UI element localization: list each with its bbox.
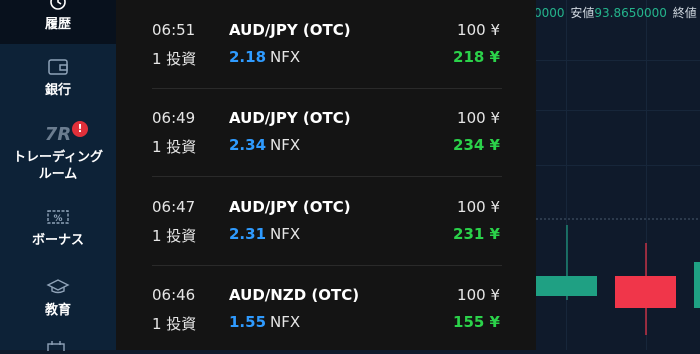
trade-time: 06:46 (152, 286, 196, 304)
sidebar-item-bonus[interactable]: % ボーナス (0, 208, 116, 252)
candle-up (694, 262, 700, 308)
price-chart[interactable]: 0000 安値93.8650000 終値 (536, 0, 700, 350)
trade-time: 06:49 (152, 109, 196, 127)
trade-pair: AUD/JPY (OTC) (229, 21, 351, 39)
trade-amount: 100 ¥ (457, 198, 500, 216)
trade-suffix: NFX (270, 48, 301, 66)
sidebar-item-label: 履歴 (44, 17, 71, 32)
coupon-icon: % (47, 210, 69, 224)
trade-suffix: NFX (270, 313, 301, 331)
trade-investments: 1 投資 (152, 50, 197, 68)
notification-badge: ! (72, 121, 88, 137)
sidebar-item-trading-room[interactable]: 7R ! トレーディング ルーム (0, 121, 116, 184)
trade-payout: 218 ¥ (453, 48, 500, 66)
trade-amount: 100 ¥ (457, 21, 500, 39)
sidebar-item-label-line1: トレーディング (12, 150, 104, 165)
trade-suffix: NFX (270, 225, 301, 243)
trade-payout: 234 ¥ (453, 136, 500, 154)
graduation-cap-icon (46, 279, 70, 294)
trade-suffix: NFX (270, 136, 301, 154)
trade-payout: 155 ¥ (453, 313, 500, 331)
sidebar-item-education[interactable]: 教育 (0, 278, 116, 322)
candle-down (615, 276, 676, 308)
svg-text:%: % (53, 214, 62, 224)
wallet-icon (48, 59, 68, 75)
trade-row[interactable]: 06:46 AUD/NZD (OTC) 100 ¥ 1 投資 1.55 NFX … (116, 266, 536, 354)
sidebar-item-history[interactable]: 履歴 (0, 0, 116, 44)
trade-amount: 100 ¥ (457, 109, 500, 127)
trade-investments: 1 投資 (152, 315, 197, 333)
sidebar-item-label: ボーナス (31, 233, 84, 248)
trade-multiplier: 1.55 (229, 313, 267, 331)
trade-multiplier: 2.34 (229, 136, 267, 154)
trade-row[interactable]: 06:51 AUD/JPY (OTC) 100 ¥ 1 投資 2.18 NFX … (116, 0, 536, 89)
history-icon (50, 0, 66, 10)
sidebar-item-label: 教育 (44, 303, 71, 318)
trade-investments: 1 投資 (152, 227, 197, 245)
trade-amount: 100 ¥ (457, 286, 500, 304)
trade-pair: AUD/JPY (OTC) (229, 198, 351, 216)
trade-payout: 231 ¥ (453, 225, 500, 243)
trade-pair: AUD/JPY (OTC) (229, 109, 351, 127)
trade-history-panel: 06:51 AUD/JPY (OTC) 100 ¥ 1 投資 2.18 NFX … (116, 0, 536, 350)
candles (536, 218, 700, 335)
7r-logo-icon: 7R (44, 124, 72, 145)
trade-multiplier: 2.18 (229, 48, 267, 66)
sidebar: 履歴 銀行 7R ! トレーディング ルーム % ボーナス 教育 (0, 0, 116, 351)
trade-investments: 1 投資 (152, 138, 197, 156)
trade-pair: AUD/NZD (OTC) (229, 286, 360, 304)
sidebar-item-bank[interactable]: 銀行 (0, 58, 116, 102)
trade-time: 06:51 (152, 21, 196, 39)
sidebar-item-label: 銀行 (44, 83, 71, 98)
trade-row[interactable]: 06:47 AUD/JPY (OTC) 100 ¥ 1 投資 2.31 NFX … (116, 177, 536, 266)
trade-row[interactable]: 06:49 AUD/JPY (OTC) 100 ¥ 1 投資 2.34 NFX … (116, 89, 536, 177)
trade-time: 06:47 (152, 198, 196, 216)
candle-up (536, 276, 597, 296)
trade-multiplier: 2.31 (229, 225, 267, 243)
sidebar-item-label-line2: ルーム (38, 167, 78, 182)
